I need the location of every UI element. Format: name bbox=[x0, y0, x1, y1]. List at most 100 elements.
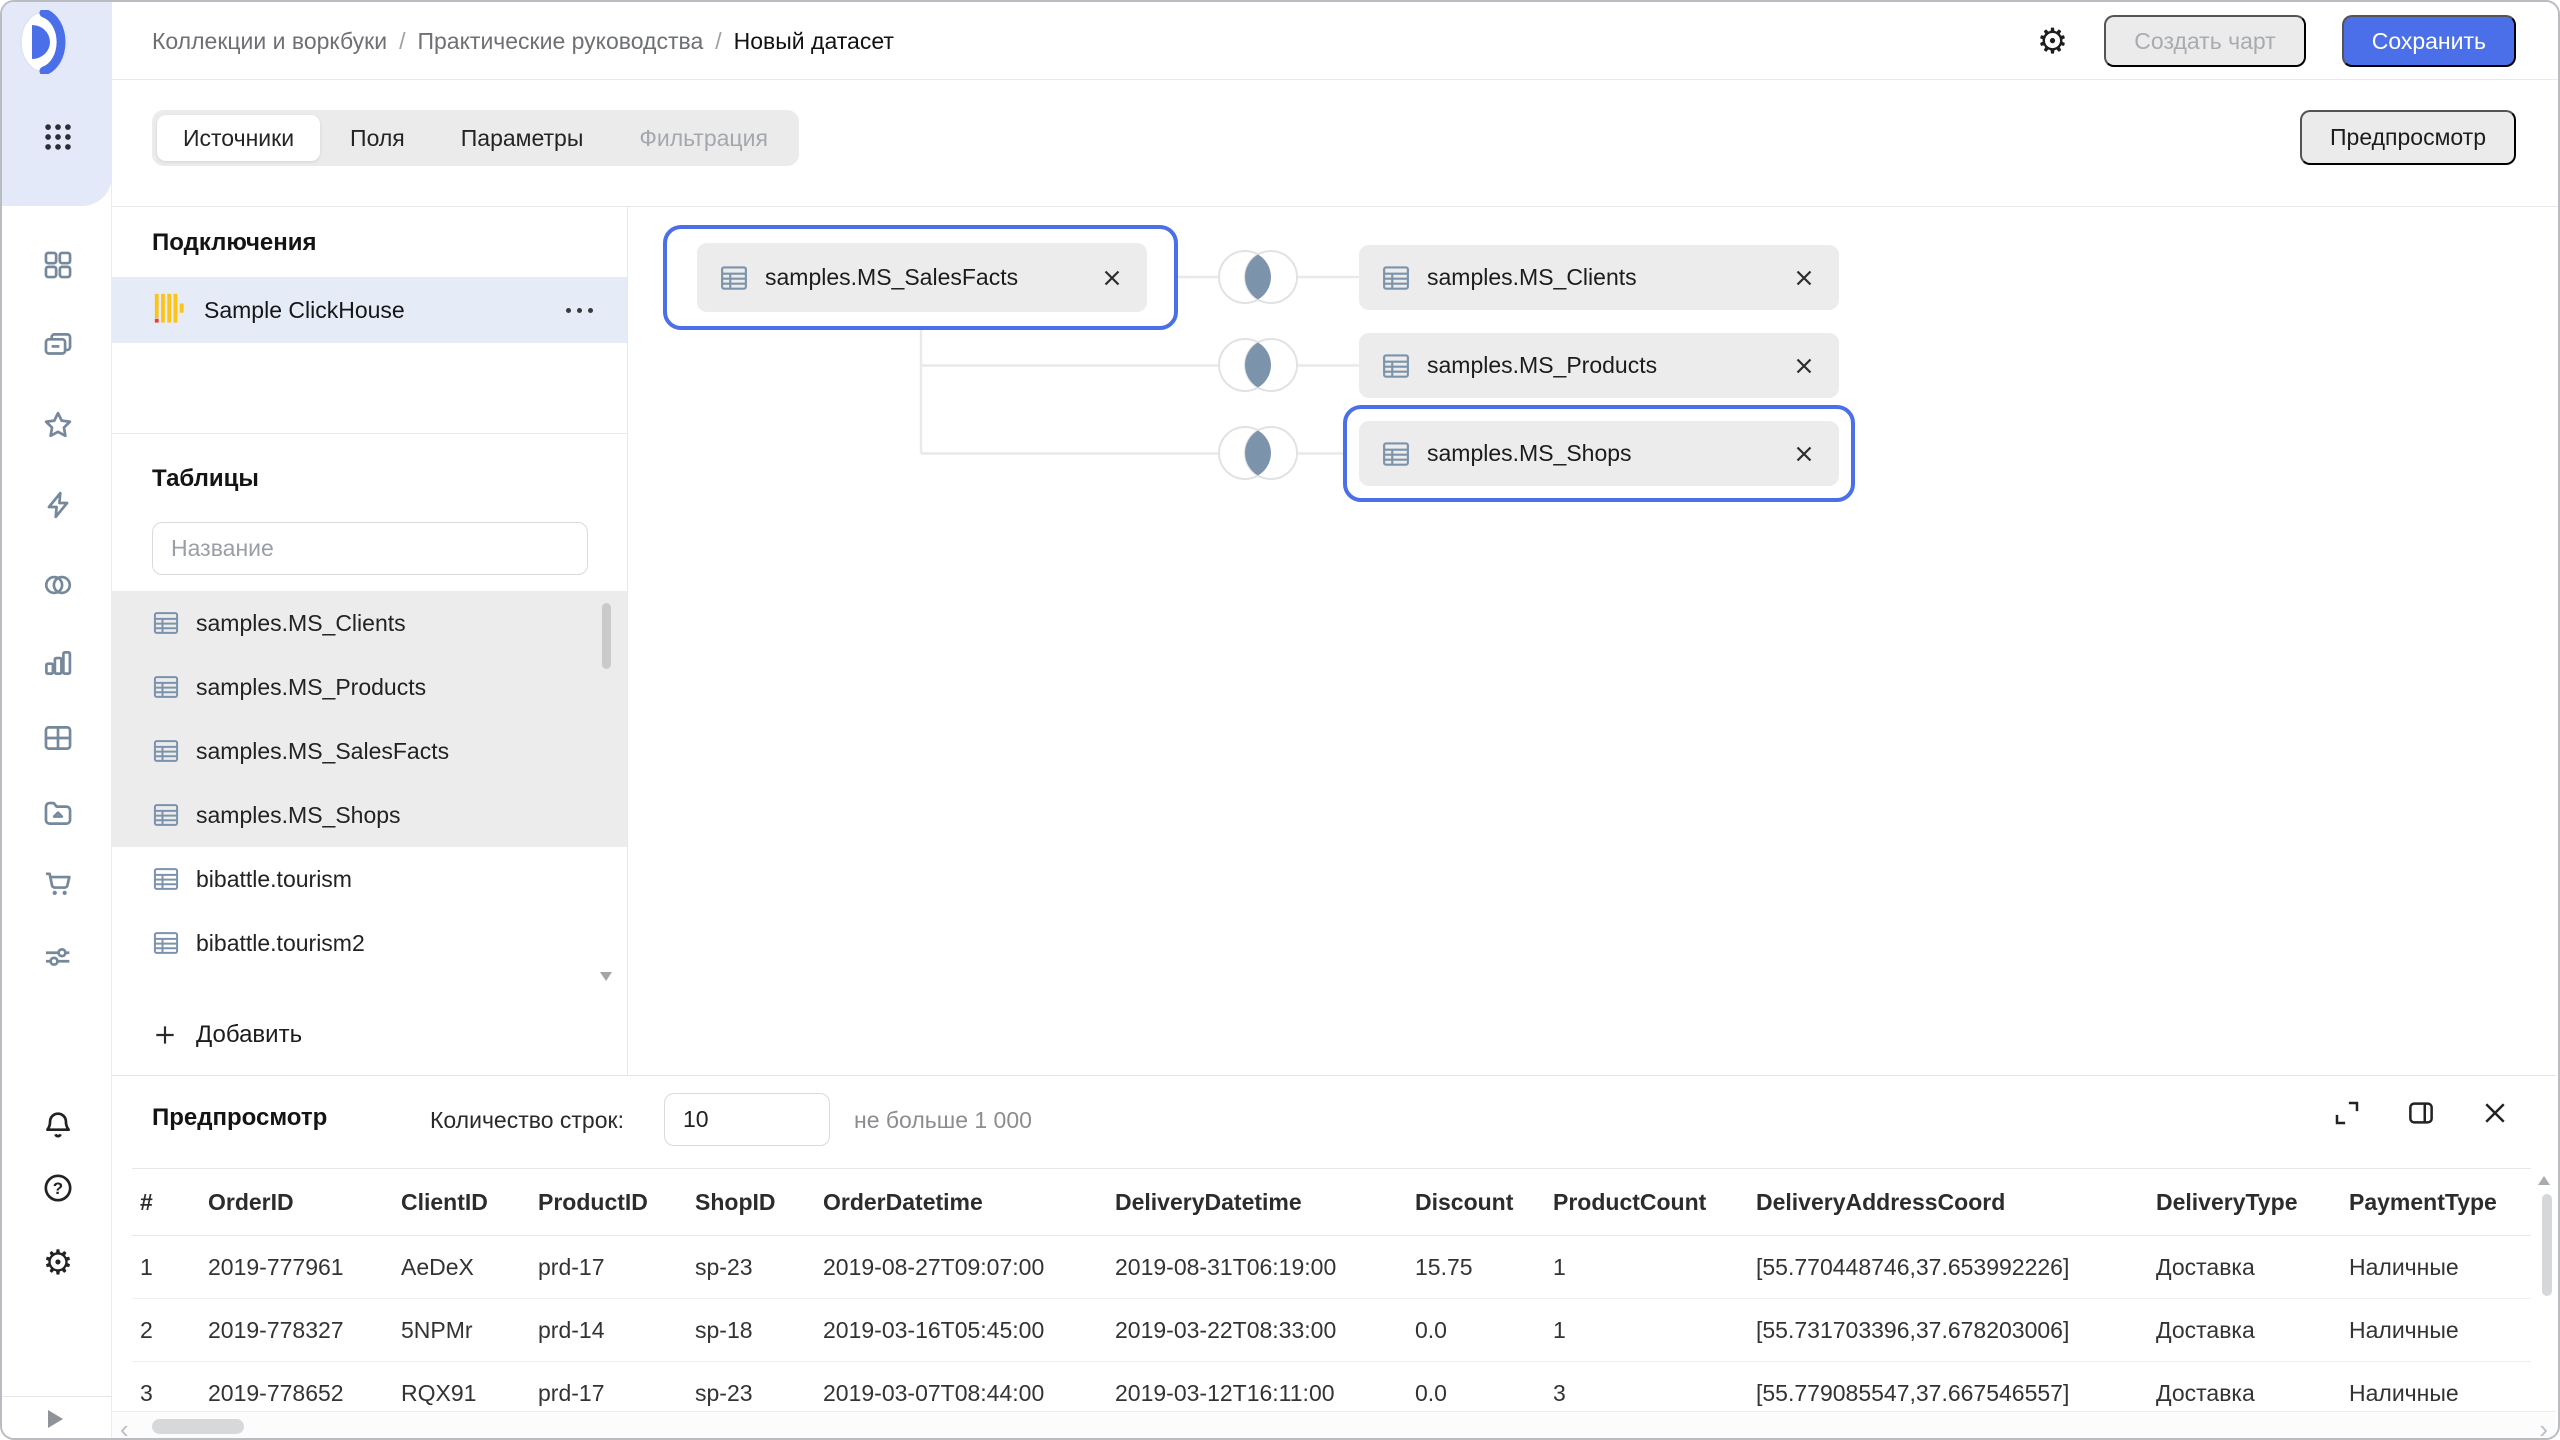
cell: sp-23 bbox=[687, 1362, 815, 1412]
tab-sources[interactable]: Источники bbox=[157, 115, 320, 161]
cell: 2 bbox=[132, 1299, 200, 1362]
preview-table: # OrderID ClientID ProductID ShopID Orde… bbox=[132, 1168, 2540, 1411]
collections-icon[interactable] bbox=[41, 328, 75, 362]
join-type-icon-inner-3[interactable] bbox=[1205, 413, 1311, 493]
ellipsis-icon[interactable] bbox=[566, 308, 593, 313]
close-icon[interactable] bbox=[1791, 265, 1817, 291]
add-table-button[interactable]: Добавить bbox=[152, 1013, 302, 1057]
storage-folder-icon[interactable] bbox=[41, 796, 75, 830]
scroll-left-icon[interactable]: ‹ bbox=[120, 1414, 129, 1440]
cell: Доставка bbox=[2148, 1299, 2341, 1362]
dashboard-icon[interactable] bbox=[41, 248, 75, 282]
expand-play-icon[interactable] bbox=[48, 1410, 63, 1428]
source-chip-clients[interactable]: samples.MS_Clients bbox=[1359, 245, 1839, 310]
sidebar-footer bbox=[2, 1396, 112, 1438]
dataset-tabs: Источники Поля Параметры Фильтрация bbox=[152, 110, 799, 166]
source-chip-label: samples.MS_Products bbox=[1427, 352, 1775, 379]
sliders-icon[interactable] bbox=[41, 940, 75, 974]
create-chart-button[interactable]: Создать чарт bbox=[2104, 15, 2305, 67]
cell: [55.731703396,37.678203006] bbox=[1748, 1299, 2148, 1362]
datalens-logo[interactable] bbox=[19, 10, 69, 79]
marketplace-cart-icon[interactable] bbox=[41, 866, 75, 900]
connection-item-sample-clickhouse[interactable]: Sample ClickHouse bbox=[112, 277, 627, 343]
tables-list-scrollbar-thumb[interactable] bbox=[602, 603, 611, 669]
row-count-input[interactable] bbox=[664, 1093, 830, 1146]
column-header: # bbox=[132, 1169, 200, 1236]
join-type-icon-inner-1[interactable] bbox=[1205, 237, 1311, 317]
table-item-ms-clients[interactable]: samples.MS_Clients bbox=[112, 591, 627, 655]
table-grid-icon[interactable] bbox=[41, 721, 75, 755]
close-icon[interactable] bbox=[1791, 441, 1817, 467]
table-search-input[interactable] bbox=[152, 522, 588, 575]
dataset-settings-gear-icon[interactable]: ⚙ bbox=[2037, 24, 2068, 59]
table-item-tourism2[interactable]: bibattle.tourism2 bbox=[112, 911, 627, 975]
tables-list: samples.MS_Clients samples.MS_Products s… bbox=[112, 591, 627, 993]
preview-horizontal-scrollbar[interactable]: ‹ › bbox=[112, 1411, 2556, 1440]
favorites-star-icon[interactable] bbox=[41, 408, 75, 442]
save-button[interactable]: Сохранить bbox=[2342, 15, 2516, 67]
svg-text:?: ? bbox=[53, 1179, 63, 1198]
table-icon bbox=[1381, 263, 1411, 293]
clickhouse-icon bbox=[152, 291, 186, 330]
table-icon bbox=[152, 865, 180, 893]
cell: 3 bbox=[132, 1362, 200, 1412]
close-icon[interactable] bbox=[1791, 353, 1817, 379]
topbar: Коллекции и воркбуки / Практические руко… bbox=[112, 2, 2558, 80]
table-icon bbox=[1381, 351, 1411, 381]
cell: sp-18 bbox=[687, 1299, 815, 1362]
table-item-clipped[interactable] bbox=[112, 975, 627, 993]
table-icon bbox=[719, 263, 749, 293]
close-icon[interactable] bbox=[2480, 1098, 2510, 1128]
expand-icon[interactable] bbox=[2332, 1098, 2362, 1128]
cell: 2019-08-27T09:07:00 bbox=[815, 1236, 1107, 1299]
connection-name: Sample ClickHouse bbox=[204, 297, 548, 324]
column-header: Discount bbox=[1407, 1169, 1545, 1236]
cell: 1 bbox=[1545, 1236, 1748, 1299]
apps-grid-icon[interactable] bbox=[41, 120, 75, 154]
source-chip-label: samples.MS_SalesFacts bbox=[765, 264, 1083, 291]
source-chip-salesfacts[interactable]: samples.MS_SalesFacts bbox=[697, 243, 1147, 312]
tabs-row: Источники Поля Параметры Фильтрация Пред… bbox=[112, 80, 2558, 206]
row-count-hint: не больше 1 000 bbox=[854, 1107, 1032, 1134]
table-icon bbox=[1381, 439, 1411, 469]
bell-icon[interactable] bbox=[41, 1108, 75, 1142]
table-row: 2 2019-778327 5NPMr prd-14 sp-18 2019-03… bbox=[132, 1299, 2531, 1362]
cell: AeDeX bbox=[393, 1236, 530, 1299]
table-item-tourism[interactable]: bibattle.tourism bbox=[112, 847, 627, 911]
tab-filtering[interactable]: Фильтрация bbox=[613, 115, 794, 161]
bar-chart-icon[interactable] bbox=[41, 646, 75, 680]
source-chip-shops[interactable]: samples.MS_Shops bbox=[1359, 421, 1839, 486]
dock-right-icon[interactable] bbox=[2406, 1098, 2436, 1128]
tables-list-scroll-down-icon[interactable] bbox=[600, 972, 612, 981]
gear-icon[interactable]: ⚙ bbox=[41, 1246, 75, 1280]
table-icon bbox=[152, 737, 180, 765]
preview-toggle-button[interactable]: Предпросмотр bbox=[2300, 110, 2516, 165]
breadcrumb-item-collections[interactable]: Коллекции и воркбуки bbox=[152, 28, 387, 55]
close-icon[interactable] bbox=[1099, 265, 1125, 291]
cell: 2019-03-07T08:44:00 bbox=[815, 1362, 1107, 1412]
table-item-ms-products[interactable]: samples.MS_Products bbox=[112, 655, 627, 719]
cell: Доставка bbox=[2148, 1362, 2341, 1412]
cell: Наличные bbox=[2341, 1236, 2531, 1299]
cell: 2019-03-12T16:11:00 bbox=[1107, 1362, 1407, 1412]
tab-fields[interactable]: Поля bbox=[324, 115, 431, 161]
cell: prd-14 bbox=[530, 1299, 687, 1362]
cell: 2019-08-31T06:19:00 bbox=[1107, 1236, 1407, 1299]
help-icon[interactable]: ? bbox=[41, 1171, 75, 1205]
scroll-right-icon[interactable]: › bbox=[2539, 1414, 2548, 1440]
cell: 2019-778327 bbox=[200, 1299, 393, 1362]
venn-circles-icon[interactable] bbox=[41, 568, 75, 602]
preview-panel: Предпросмотр Количество строк: не больше… bbox=[112, 1075, 2556, 1436]
join-type-icon-inner-2[interactable] bbox=[1205, 325, 1311, 405]
breadcrumb-item-guides[interactable]: Практические руководства bbox=[417, 28, 703, 55]
preview-vertical-scrollbar-thumb[interactable] bbox=[2542, 1194, 2552, 1296]
table-item-ms-salesfacts[interactable]: samples.MS_SalesFacts bbox=[112, 719, 627, 783]
tab-parameters[interactable]: Параметры bbox=[435, 115, 610, 161]
table-icon bbox=[152, 673, 180, 701]
preview-horizontal-scrollbar-thumb[interactable] bbox=[152, 1419, 244, 1434]
table-item-ms-shops[interactable]: samples.MS_Shops bbox=[112, 783, 627, 847]
cell: 0.0 bbox=[1407, 1362, 1545, 1412]
preview-scroll-up-icon[interactable] bbox=[2538, 1176, 2550, 1185]
source-chip-products[interactable]: samples.MS_Products bbox=[1359, 333, 1839, 398]
lightning-icon[interactable] bbox=[41, 488, 75, 522]
